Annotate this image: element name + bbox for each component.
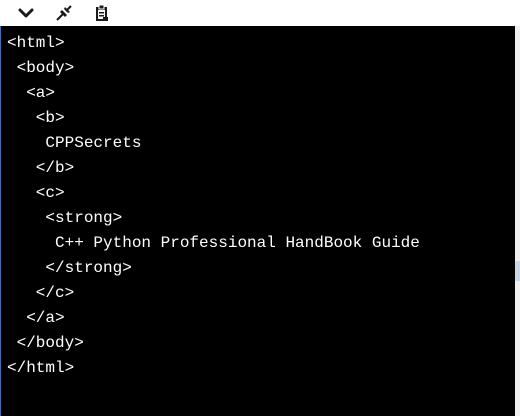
chevron-down-icon xyxy=(18,8,34,18)
copy-button[interactable] xyxy=(89,2,115,24)
scrollbar[interactable] xyxy=(515,26,520,416)
console-line: C++ Python Professional HandBook Guide xyxy=(7,234,420,252)
console-line: </html> xyxy=(7,359,75,377)
console-line: CPPSecrets xyxy=(7,134,142,152)
pin-icon xyxy=(56,5,72,21)
console-line: <strong> xyxy=(7,209,123,227)
pin-button[interactable] xyxy=(51,2,77,24)
toolbar xyxy=(0,0,520,26)
console-line: </body> xyxy=(7,334,84,352)
console-line: <a> xyxy=(7,84,56,102)
collapse-button[interactable] xyxy=(13,2,39,24)
console-text: <html> <body> <a> <b> CPPSecrets </b> <c… xyxy=(7,31,420,381)
console-line: </b> xyxy=(7,159,75,177)
console-line: </c> xyxy=(7,284,75,302)
console-output: <html> <body> <a> <b> CPPSecrets </b> <c… xyxy=(0,26,515,416)
console-line: <body> xyxy=(7,59,75,77)
clipboard-icon xyxy=(96,4,108,21)
console-line: <b> xyxy=(7,109,65,127)
console-line: <html> xyxy=(7,34,65,52)
console-window: <html> <body> <a> <b> CPPSecrets </b> <c… xyxy=(0,0,520,416)
console-line: </a> xyxy=(7,309,65,327)
console-line: </strong> xyxy=(7,259,132,277)
scrollbar-thumb[interactable] xyxy=(515,261,520,281)
console-line: <c> xyxy=(7,184,65,202)
